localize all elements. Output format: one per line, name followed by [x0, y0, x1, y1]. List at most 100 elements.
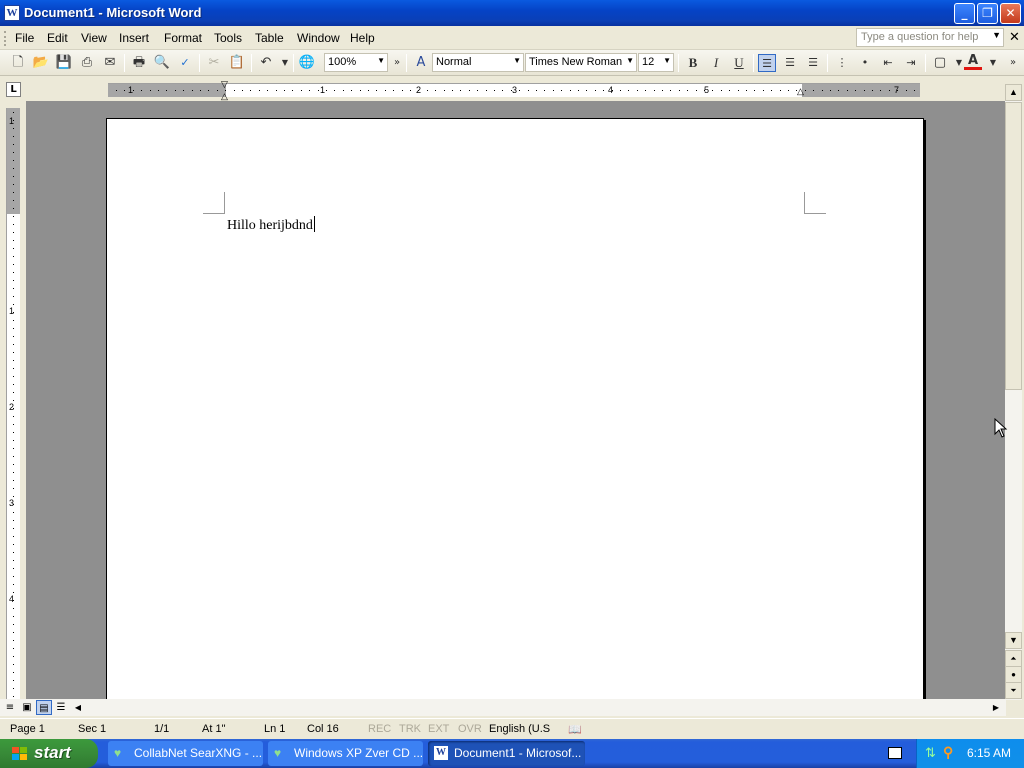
- scroll-thumb[interactable]: [1005, 102, 1022, 390]
- search-tray-icon[interactable]: ⚲: [943, 744, 953, 761]
- right-indent-marker[interactable]: △: [797, 87, 804, 96]
- status-bar: Page 1 Sec 1 1/1 At 1" Ln 1 Col 16 REC T…: [0, 718, 1024, 739]
- zoom-dropdown-arrow-icon[interactable]: ▼: [377, 56, 385, 65]
- network-icon[interactable]: ⇅: [925, 745, 936, 761]
- first-line-indent-marker[interactable]: ▽: [221, 80, 228, 89]
- font-dropdown-arrow-icon[interactable]: ▼: [626, 56, 634, 65]
- borders-icon[interactable]: ▢: [931, 54, 949, 72]
- ruler-tick: [13, 416, 14, 417]
- print-preview-icon[interactable]: 🔍: [153, 54, 171, 72]
- taskbar-item-windows-xp[interactable]: ♥ Windows XP Zver CD ...: [268, 741, 423, 766]
- underline-button[interactable]: U: [730, 54, 748, 72]
- bullets-icon[interactable]: •: [856, 54, 874, 72]
- ruler-tick: [13, 696, 14, 697]
- taskbar-item-collabnet[interactable]: ♥ CollabNet SearXNG - ...: [108, 741, 263, 766]
- status-trk[interactable]: TRK: [399, 723, 421, 735]
- menu-insert[interactable]: Insert: [119, 31, 149, 45]
- spelling-grammar-status-icon[interactable]: 📖: [568, 723, 582, 736]
- menu-window[interactable]: Window: [297, 31, 340, 45]
- save-icon[interactable]: 💾: [55, 54, 73, 72]
- align-center-button[interactable]: ☰: [781, 54, 799, 72]
- style-combo[interactable]: Normal ▼: [432, 53, 524, 72]
- menu-view[interactable]: View: [81, 31, 107, 45]
- numbering-icon[interactable]: ⋮: [833, 54, 851, 72]
- ruler-tick: [13, 224, 14, 225]
- spelling-icon[interactable]: ✓: [176, 54, 194, 72]
- web-toolbar-icon[interactable]: 🌐: [298, 54, 316, 72]
- scroll-down-button[interactable]: ▼: [1005, 632, 1022, 649]
- print-layout-view-icon[interactable]: ▤: [36, 700, 52, 715]
- status-ovr[interactable]: OVR: [458, 723, 482, 735]
- horizontal-ruler[interactable]: 1 1 2 3 4 5 7 ▽ △ △: [108, 80, 920, 101]
- keyboard-language-icon[interactable]: [888, 747, 902, 759]
- vertical-scrollbar[interactable]: ▲ ▼ ⏶ ● ⏷: [1005, 84, 1022, 700]
- font-color-icon[interactable]: A: [964, 54, 982, 70]
- select-browse-object-icon[interactable]: ●: [1005, 666, 1022, 683]
- menu-edit[interactable]: Edit: [47, 31, 68, 45]
- close-button[interactable]: ✕: [1000, 3, 1021, 24]
- align-right-button[interactable]: ☰: [804, 54, 822, 72]
- taskbar-item-document1[interactable]: W Document1 - Microsof...: [428, 741, 585, 766]
- status-ext[interactable]: EXT: [428, 723, 449, 735]
- style-dropdown-arrow-icon[interactable]: ▼: [513, 56, 521, 65]
- menu-grip-handle[interactable]: [4, 31, 7, 46]
- ruler-tick: [695, 90, 697, 91]
- menu-tools[interactable]: Tools: [214, 31, 242, 45]
- minimize-button[interactable]: _: [954, 3, 975, 24]
- document-text-line[interactable]: Hillo herijbdnd: [227, 216, 315, 234]
- styles-formatting-icon[interactable]: A: [412, 54, 430, 72]
- print-icon[interactable]: 🖶: [130, 54, 148, 72]
- scroll-left-button[interactable]: ◀: [70, 700, 86, 715]
- web-layout-view-icon[interactable]: ▣: [19, 700, 35, 715]
- ruler-tick: [653, 90, 655, 91]
- ruler-tick: [863, 90, 865, 91]
- document-page[interactable]: Hillo herijbdnd: [106, 118, 924, 699]
- help-question-input[interactable]: Type a question for help ▼: [856, 28, 1004, 47]
- restore-button[interactable]: ❐: [977, 3, 998, 24]
- status-at: At 1": [202, 723, 226, 735]
- cut-icon[interactable]: ✂: [205, 54, 223, 72]
- menu-table[interactable]: Table: [255, 31, 284, 45]
- italic-button[interactable]: I: [707, 54, 725, 72]
- normal-view-icon[interactable]: ≡: [2, 700, 18, 715]
- font-size-dropdown-arrow-icon[interactable]: ▼: [663, 56, 671, 65]
- undo-dropdown-arrow-icon[interactable]: ▼: [276, 54, 294, 72]
- toolbar-overflow-chevron-icon[interactable]: »: [388, 54, 406, 72]
- document-text[interactable]: Hillo herijbdnd: [227, 218, 313, 233]
- font-size-combo[interactable]: 12 ▼: [638, 53, 674, 72]
- next-page-icon[interactable]: ⏷: [1005, 682, 1022, 699]
- paste-icon[interactable]: 📋: [228, 54, 246, 72]
- zoom-combo[interactable]: 100% ▼: [324, 53, 388, 72]
- email-icon[interactable]: ✉: [101, 54, 119, 72]
- increase-indent-icon[interactable]: ⇥: [902, 54, 920, 72]
- toolbar-overflow-chevron-icon[interactable]: »: [1004, 54, 1022, 72]
- previous-page-icon[interactable]: ⏶: [1005, 650, 1022, 667]
- menu-file[interactable]: File: [15, 31, 34, 45]
- outline-view-icon[interactable]: ☰: [53, 700, 69, 715]
- ruler-tick: [737, 90, 739, 91]
- ruler-number: 1: [320, 85, 326, 95]
- font-combo[interactable]: Times New Roman ▼: [525, 53, 637, 72]
- menu-format[interactable]: Format: [164, 31, 202, 45]
- help-placeholder: Type a question for help: [861, 31, 979, 43]
- permission-icon[interactable]: ⎙: [78, 54, 96, 72]
- font-color-dropdown-arrow-icon[interactable]: ▼: [984, 54, 1002, 72]
- scroll-up-button[interactable]: ▲: [1005, 84, 1022, 101]
- scroll-right-button[interactable]: ▶: [988, 700, 1004, 715]
- help-dropdown-arrow-icon[interactable]: ▼: [992, 30, 1001, 40]
- menu-help[interactable]: Help: [350, 31, 375, 45]
- word-app-icon[interactable]: W: [4, 5, 20, 21]
- bold-button[interactable]: B: [684, 54, 702, 72]
- clock[interactable]: 6:15 AM: [967, 746, 1011, 760]
- undo-icon[interactable]: ↶: [257, 54, 275, 72]
- start-button[interactable]: start: [0, 739, 98, 768]
- open-folder-icon[interactable]: 📂: [32, 54, 50, 72]
- decrease-indent-icon[interactable]: ⇤: [879, 54, 897, 72]
- tab-selector-button[interactable]: L: [6, 82, 21, 97]
- hanging-indent-marker[interactable]: △: [221, 92, 228, 101]
- new-document-icon[interactable]: 🗋: [9, 54, 27, 72]
- document-close-icon[interactable]: ✕: [1009, 30, 1020, 45]
- vertical-ruler[interactable]: 1 1 2 3 4: [6, 108, 20, 700]
- align-left-button[interactable]: ☰: [758, 54, 776, 72]
- status-rec[interactable]: REC: [368, 723, 391, 735]
